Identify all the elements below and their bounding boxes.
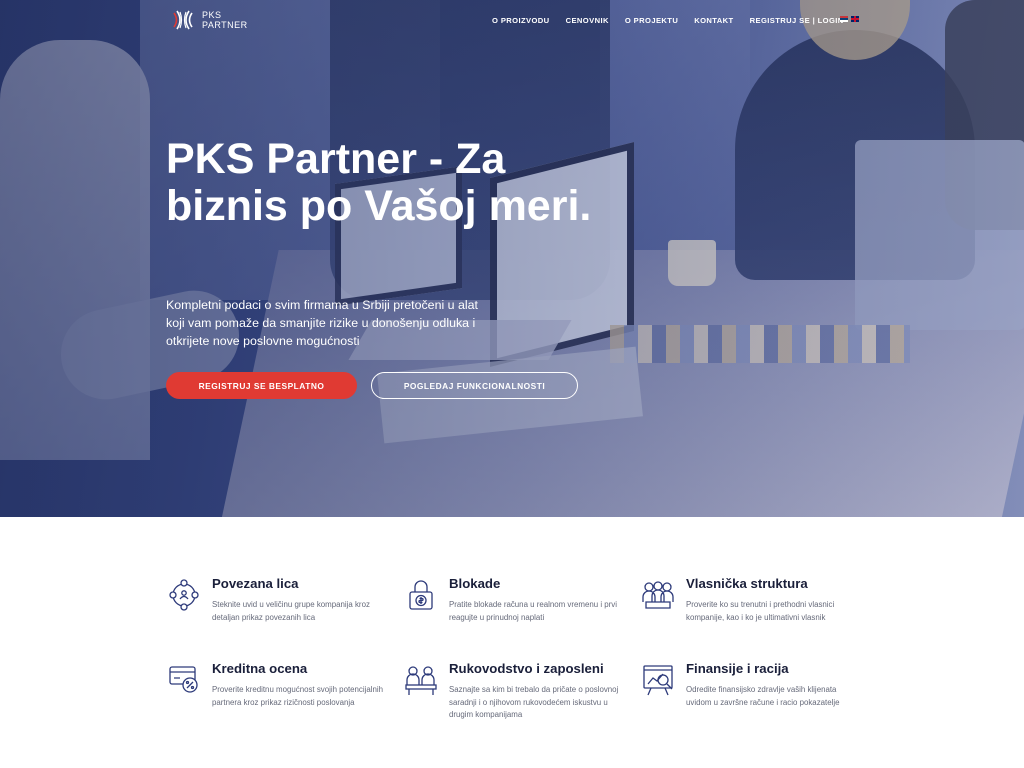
feature-description: Proverite ko su trenutni i prethodni vla… — [686, 600, 835, 622]
hero-title: PKS Partner - Za biznis po Vašoj meri. — [166, 135, 592, 230]
feature-title: Povezana lica — [212, 576, 299, 591]
view-features-button[interactable]: POGLEDAJ FUNKCIONALNOSTI — [371, 372, 578, 399]
logo-line-1: PKS — [202, 10, 222, 20]
nav-item-cenovnik[interactable]: CENOVNIK — [566, 16, 609, 25]
hero-overlay — [0, 0, 1024, 517]
nav-item-kontakt[interactable]: KONTAKT — [694, 16, 733, 25]
logo-mark-icon — [173, 10, 193, 30]
owners-group-icon — [642, 581, 674, 609]
network-people-icon — [169, 579, 199, 611]
hero-section: PKS PARTNER O PROIZVODU CENOVNIK O PROJE… — [0, 0, 1024, 517]
register-free-button[interactable]: REGISTRUJ SE BESPLATNO — [166, 372, 357, 399]
hero-subtitle: Kompletni podaci o svim firmama u Srbiji… — [166, 298, 478, 348]
logo-line-2: PARTNER — [202, 20, 248, 30]
logo-text: PKS PARTNER — [202, 10, 248, 30]
feature-title: Vlasnička struktura — [686, 576, 808, 591]
nav-item-registruj-login[interactable]: REGISTRUJ SE | LOGIN — [750, 16, 844, 25]
feature-description: Odredite finansijsko zdravlje vaših klij… — [686, 685, 840, 707]
feature-description: Proverite kreditnu mogućnost svojih pote… — [212, 685, 384, 707]
main-nav: O PROIZVODU CENOVNIK O PROJEKTU KONTAKT … — [492, 16, 860, 25]
language-switcher — [840, 16, 859, 22]
serbian-flag-icon[interactable] — [840, 16, 848, 22]
nav-item-o-projektu[interactable]: O PROJEKTU — [625, 16, 678, 25]
feature-title: Finansije i racija — [686, 661, 789, 676]
english-flag-icon[interactable] — [851, 16, 859, 22]
management-desk-icon — [405, 666, 437, 695]
feature-description: Saznajte sa kim bi trebalo da pričate o … — [449, 685, 619, 719]
feature-description: Pratite blokade računa u realnom vremenu… — [449, 600, 617, 622]
feature-title: Blokade — [449, 576, 501, 591]
site-logo[interactable]: PKS PARTNER — [170, 7, 248, 33]
feature-title: Kreditna ocena — [212, 661, 308, 676]
nav-item-o-proizvodu[interactable]: O PROIZVODU — [492, 16, 550, 25]
credit-card-percent-icon — [169, 666, 198, 693]
feature-title: Rukovodstvo i zaposleni — [449, 661, 604, 676]
financial-chart-icon — [643, 665, 673, 696]
padlock-dollar-icon — [409, 580, 433, 610]
feature-description: Steknite uvid u veličinu grupe kompanija… — [212, 600, 370, 622]
